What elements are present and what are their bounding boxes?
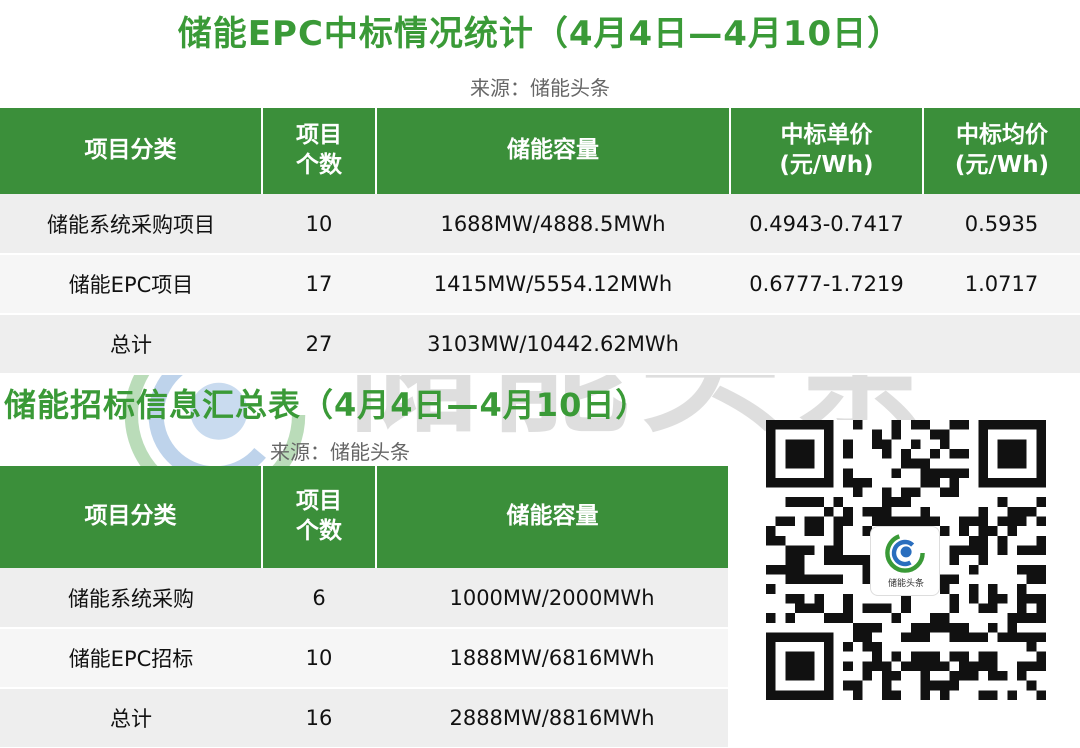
page-title: 储能EPC中标情况统计（4月4日—4月10日） bbox=[177, 14, 903, 54]
table-header-row: 项目分类 项目 个数 储能容量 中标单价 (元/Wh) 中标均价 (元/Wh) bbox=[0, 108, 1080, 194]
col-header-category: 项目分类 bbox=[0, 108, 263, 194]
brand-logo-icon bbox=[885, 533, 925, 573]
cell-count: 27 bbox=[262, 314, 376, 375]
cell-capacity: 3103MW/10442.62MWh bbox=[376, 314, 730, 375]
cell-category: 储能系统采购 bbox=[0, 568, 262, 629]
cell-category: 储能EPC项目 bbox=[0, 254, 262, 315]
table-row-total: 总计 27 3103MW/10442.62MWh bbox=[0, 314, 1080, 375]
table-row: 储能EPC项目 17 1415MW/5554.12MWh 0.6777-1.72… bbox=[0, 254, 1080, 315]
col-header-capacity: 储能容量 bbox=[376, 108, 731, 194]
table-row-total: 总计 16 2888MW/8816MWh bbox=[0, 688, 728, 748]
section-title: 储能招标信息汇总表（4月4日—4月10日） bbox=[4, 386, 649, 424]
table-header-row: 项目分类 项目 个数 储能容量 bbox=[0, 466, 728, 568]
cell-count: 16 bbox=[262, 688, 376, 748]
table-row: 储能EPC招标 10 1888MW/6816MWh bbox=[0, 628, 728, 689]
tender-summary-table: 项目分类 项目 个数 储能容量 储能系统采购 6 1000MW/2000MWh 储… bbox=[0, 466, 728, 748]
cell-capacity: 1415MW/5554.12MWh bbox=[376, 254, 730, 315]
col-header-count: 项目 个数 bbox=[262, 108, 377, 194]
table-row: 储能系统采购 6 1000MW/2000MWh bbox=[0, 568, 728, 629]
col-header-unit-price: 中标单价 (元/Wh) bbox=[730, 108, 924, 194]
cell-capacity: 1888MW/6816MWh bbox=[376, 628, 728, 689]
cell-avg-price bbox=[923, 314, 1080, 375]
cell-category: 储能系统采购项目 bbox=[0, 194, 262, 255]
cell-count: 17 bbox=[262, 254, 376, 315]
cell-avg-price: 0.5935 bbox=[923, 194, 1080, 255]
source-label: 来源：储能头条 bbox=[270, 440, 410, 464]
col-header-avg-price: 中标均价 (元/Wh) bbox=[923, 108, 1080, 194]
qr-logo-label: 储能头条 bbox=[887, 579, 924, 589]
cell-unit-price bbox=[730, 314, 923, 375]
cell-count: 10 bbox=[262, 628, 376, 689]
cell-unit-price: 0.6777-1.7219 bbox=[730, 254, 923, 315]
cell-count: 6 bbox=[262, 568, 376, 629]
cell-category: 总计 bbox=[0, 314, 262, 375]
cell-capacity: 1688MW/4888.5MWh bbox=[376, 194, 730, 255]
cell-category: 储能EPC招标 bbox=[0, 628, 262, 689]
cell-unit-price: 0.4943-0.7417 bbox=[730, 194, 923, 255]
cell-count: 10 bbox=[262, 194, 376, 255]
cell-capacity: 1000MW/2000MWh bbox=[376, 568, 728, 629]
col-header-category: 项目分类 bbox=[0, 466, 263, 568]
col-header-count: 项目 个数 bbox=[262, 466, 377, 568]
epc-bid-table: 项目分类 项目 个数 储能容量 中标单价 (元/Wh) 中标均价 (元/Wh) 储能系… bbox=[0, 108, 1080, 375]
col-header-capacity: 储能容量 bbox=[376, 466, 728, 568]
table-row: 储能系统采购项目 10 1688MW/4888.5MWh 0.4943-0.74… bbox=[0, 194, 1080, 255]
qr-center-logo: 储能头条 bbox=[870, 526, 940, 596]
cell-category: 总计 bbox=[0, 688, 262, 748]
source-label: 来源：储能头条 bbox=[470, 76, 610, 100]
cell-avg-price: 1.0717 bbox=[923, 254, 1080, 315]
cell-capacity: 2888MW/8816MWh bbox=[376, 688, 728, 748]
